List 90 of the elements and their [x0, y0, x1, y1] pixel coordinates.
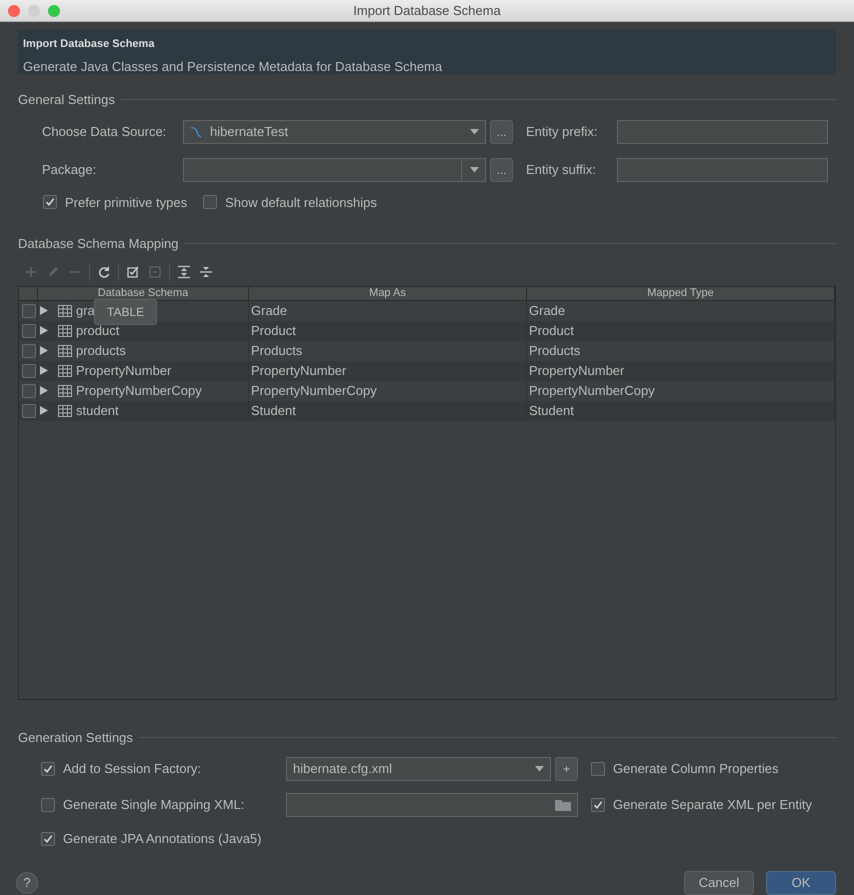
table-cell-text: Student: [529, 402, 574, 420]
checkmark-icon: [45, 197, 55, 208]
banner-title: Import Database Schema: [23, 37, 156, 52]
checkbox[interactable]: [43, 195, 57, 210]
table-cell-text: student: [76, 402, 119, 420]
text-field[interactable]: [617, 158, 828, 182]
section-heading: Generation Settings: [18, 728, 133, 747]
table-cell-text: Products: [251, 342, 302, 360]
close-button[interactable]: [8, 4, 20, 16]
checkbox-label[interactable]: Generate Column Properties: [613, 759, 778, 779]
dropdown[interactable]: hibernateTest: [183, 120, 486, 144]
checkbox[interactable]: [22, 364, 36, 378]
folder-icon[interactable]: [555, 799, 571, 811]
field-label: Choose Data Source:: [42, 122, 168, 141]
dropdown[interactable]: hibernate.cfg.xml: [286, 757, 551, 781]
table-icon: [58, 344, 72, 356]
checkbox-label[interactable]: Show default relationships: [225, 192, 377, 212]
checkbox[interactable]: [203, 195, 218, 210]
table-cell-text: PropertyNumberCopy: [251, 382, 377, 400]
database-icon: [190, 126, 202, 138]
expand-arrow-icon[interactable]: [40, 306, 48, 315]
table-icon: [58, 384, 72, 396]
collapse-all-icon[interactable]: [199, 264, 213, 278]
dropdown[interactable]: [183, 158, 486, 182]
dropdown-arrow-icon[interactable]: [470, 166, 479, 172]
checkbox[interactable]: [41, 798, 55, 812]
table-cell-text: Product: [251, 322, 296, 340]
table-cell-text: products: [76, 342, 126, 360]
table-icon: [58, 364, 72, 376]
ok-button[interactable]: OK: [766, 870, 836, 894]
checkbox-label[interactable]: Add to Session Factory:: [63, 759, 202, 779]
expand-arrow-icon[interactable]: [40, 366, 48, 375]
expand-arrow-icon[interactable]: [40, 346, 48, 355]
checkbox[interactable]: [591, 762, 605, 776]
checkmark-icon: [43, 764, 53, 774]
table-cell-text: Products: [529, 342, 580, 360]
checkbox[interactable]: [22, 404, 36, 418]
column-header[interactable]: Map As: [249, 286, 527, 300]
checkbox-label[interactable]: Generate Single Mapping XML:: [63, 795, 244, 815]
banner-subtitle: Generate Java Classes and Persistence Metadata for Database Schema: [23, 58, 444, 76]
checkbox[interactable]: [22, 324, 36, 338]
checkbox[interactable]: [41, 832, 55, 846]
refresh-icon[interactable]: [97, 264, 111, 278]
expand-arrow-icon[interactable]: [40, 386, 48, 395]
table-cell-text: PropertyNumber: [251, 362, 346, 380]
expand-all-icon[interactable]: [177, 264, 191, 278]
checkbox[interactable]: [41, 762, 55, 776]
table-cell-text: Grade: [529, 302, 566, 320]
field-label: Entity suffix:: [526, 160, 597, 179]
column-header[interactable]: Mapped Type: [527, 286, 835, 300]
column-header[interactable]: Database Schema: [38, 286, 249, 300]
window-title: Import Database Schema: [352, 2, 502, 20]
checkbox-label[interactable]: Generate JPA Annotations (Java5): [63, 829, 262, 848]
table-cell-text: Student: [251, 402, 296, 420]
table-icon: [58, 324, 72, 336]
text-field[interactable]: [617, 120, 828, 144]
checkbox-label[interactable]: Generate Separate XML per Entity: [613, 795, 812, 815]
table-cell-text: PropertyNumber: [529, 362, 624, 380]
table-icon: [58, 404, 72, 416]
table-cell-text: PropertyNumberCopy: [529, 382, 655, 400]
table-icon: [58, 304, 72, 316]
checkbox[interactable]: [22, 304, 36, 318]
table-cell-text: PropertyNumberCopy: [76, 382, 202, 400]
section-heading: Database Schema Mapping: [18, 235, 178, 253]
checkbox[interactable]: [22, 344, 36, 358]
zoom-button[interactable]: [48, 4, 60, 16]
checkbox[interactable]: [22, 384, 36, 398]
check-all-icon[interactable]: [126, 264, 140, 278]
browse-button[interactable]: ...: [490, 158, 513, 182]
dropdown-arrow-icon[interactable]: [470, 128, 479, 134]
checkmark-icon: [593, 800, 603, 810]
checkbox-label[interactable]: Prefer primitive types: [65, 192, 188, 212]
dropdown-arrow-icon[interactable]: [535, 766, 544, 772]
table-cell-text: Grade: [251, 302, 288, 320]
add-button[interactable]: +: [555, 757, 578, 781]
file-path-field[interactable]: [286, 793, 578, 817]
checkbox[interactable]: [591, 798, 605, 812]
browse-button[interactable]: ...: [490, 120, 513, 144]
field-label: Package:: [42, 160, 98, 179]
help-button[interactable]: ?: [16, 872, 38, 894]
expand-arrow-icon[interactable]: [40, 406, 48, 415]
table-cell-text: gra: [76, 302, 95, 320]
table-cell-text: Product: [529, 322, 574, 340]
field-label: Entity prefix:: [526, 122, 599, 141]
cancel-button[interactable]: Cancel: [684, 870, 754, 894]
expand-arrow-icon[interactable]: [40, 326, 48, 335]
section-heading: General Settings: [18, 91, 115, 109]
checkmark-icon: [43, 834, 53, 844]
tooltip: TABLE: [94, 299, 158, 325]
table-cell-text: PropertyNumber: [76, 362, 172, 380]
